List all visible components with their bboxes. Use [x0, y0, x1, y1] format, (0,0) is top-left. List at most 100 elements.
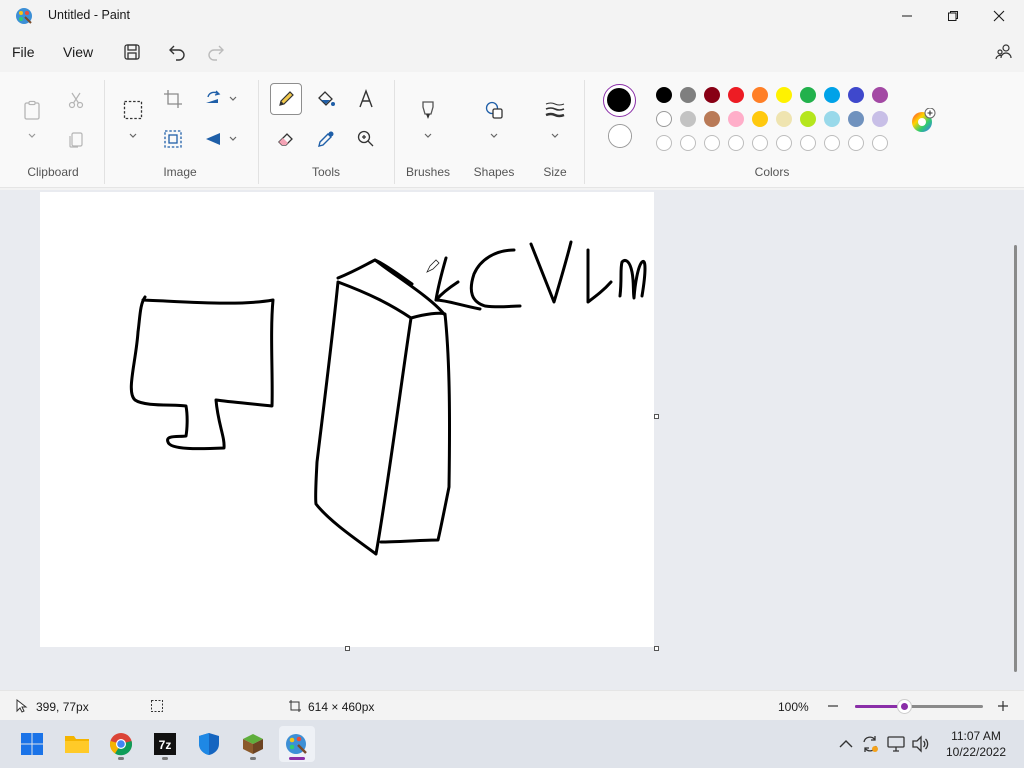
custom-color-slot[interactable] — [656, 135, 672, 151]
resize-handle-bottom[interactable] — [345, 646, 350, 651]
selection-size-icon — [151, 700, 163, 712]
chrome-icon — [109, 733, 133, 756]
palette-color-swatch[interactable] — [776, 87, 792, 103]
redo-button[interactable] — [202, 38, 230, 66]
custom-color-slot[interactable] — [728, 135, 744, 151]
chevron-down-icon[interactable] — [423, 132, 433, 140]
custom-color-slot[interactable] — [800, 135, 816, 151]
system-clock[interactable]: 11:07 AM 10/22/2022 — [936, 728, 1016, 760]
start-button[interactable] — [14, 726, 50, 762]
sync-icon[interactable] — [860, 734, 880, 754]
palette-color-swatch[interactable] — [848, 111, 864, 127]
account-button[interactable] — [990, 38, 1018, 66]
close-icon — [993, 10, 1005, 22]
taskbar-chrome[interactable] — [103, 726, 139, 762]
crop-button[interactable] — [159, 85, 187, 113]
rotate-button[interactable] — [199, 85, 227, 113]
copy-button[interactable] — [62, 125, 90, 153]
taskbar-paint[interactable] — [279, 726, 315, 762]
palette-color-swatch[interactable] — [800, 87, 816, 103]
select-button[interactable] — [119, 96, 147, 124]
volume-icon[interactable] — [910, 734, 930, 754]
taskbar-7zip[interactable]: 7z — [147, 726, 183, 762]
shapes-button[interactable] — [480, 96, 508, 124]
save-button[interactable] — [118, 38, 146, 66]
primary-color-button[interactable] — [603, 84, 636, 117]
network-icon[interactable] — [886, 734, 906, 754]
drawing-canvas[interactable] — [40, 192, 654, 647]
palette-color-swatch[interactable] — [872, 111, 888, 127]
brush-icon — [422, 101, 434, 119]
palette-color-swatch[interactable] — [872, 87, 888, 103]
size-button[interactable] — [541, 96, 569, 124]
custom-color-slot[interactable] — [872, 135, 888, 151]
resize-handle-right[interactable] — [654, 414, 659, 419]
color-picker-button[interactable] — [312, 125, 340, 153]
ribbon: Clipboard Image Tools Brushes Shapes Siz… — [0, 72, 1024, 188]
palette-color-swatch[interactable] — [656, 111, 672, 127]
custom-color-slot[interactable] — [752, 135, 768, 151]
color-wheel-icon — [912, 107, 936, 132]
zoom-slider[interactable] — [855, 700, 983, 713]
brushes-button[interactable] — [414, 96, 442, 124]
fill-tool-button[interactable] — [312, 85, 340, 113]
custom-color-slot[interactable] — [704, 135, 720, 151]
edit-colors-button[interactable] — [910, 107, 936, 134]
palette-color-swatch[interactable] — [848, 87, 864, 103]
paste-button[interactable] — [18, 96, 46, 124]
chevron-down-icon[interactable] — [489, 132, 499, 140]
palette-color-swatch[interactable] — [824, 87, 840, 103]
magnifier-tool-button[interactable] — [352, 125, 380, 153]
zoom-out-icon[interactable] — [827, 700, 839, 712]
palette-color-swatch[interactable] — [728, 87, 744, 103]
palette-color-swatch[interactable] — [752, 111, 768, 127]
select-rectangle-icon — [123, 100, 143, 120]
zoom-in-icon[interactable] — [997, 700, 1009, 712]
chevron-down-icon[interactable] — [228, 95, 238, 103]
custom-color-slot[interactable] — [776, 135, 792, 151]
zoom-slider-thumb[interactable] — [897, 700, 911, 713]
chevron-down-icon[interactable] — [550, 132, 560, 140]
chevron-up-icon[interactable] — [836, 734, 856, 754]
taskbar-file-explorer[interactable] — [59, 726, 95, 762]
eraser-tool-button[interactable] — [272, 125, 300, 153]
palette-color-swatch[interactable] — [752, 87, 768, 103]
cut-button[interactable] — [62, 86, 90, 114]
close-button[interactable] — [976, 0, 1022, 32]
pencil-tool-button[interactable] — [270, 83, 302, 115]
palette-color-swatch[interactable] — [680, 111, 696, 127]
secondary-color-button[interactable] — [608, 124, 632, 148]
palette-color-swatch[interactable] — [680, 87, 696, 103]
custom-color-slot[interactable] — [824, 135, 840, 151]
palette-color-swatch[interactable] — [704, 87, 720, 103]
view-menu[interactable]: View — [63, 44, 93, 60]
separator — [104, 80, 105, 184]
palette-color-swatch[interactable] — [728, 111, 744, 127]
resize-handle-corner[interactable] — [654, 646, 659, 651]
chevron-down-icon[interactable] — [228, 135, 238, 143]
palette-color-swatch[interactable] — [800, 111, 816, 127]
palette-color-swatch[interactable] — [824, 111, 840, 127]
brushes-group-label: Brushes — [405, 165, 451, 179]
chevron-down-icon[interactable] — [128, 132, 138, 140]
text-tool-button[interactable] — [352, 85, 380, 113]
taskbar-minecraft[interactable] — [235, 726, 271, 762]
restore-icon — [948, 11, 958, 21]
maximize-button[interactable] — [930, 0, 976, 32]
minimize-button[interactable] — [884, 0, 930, 32]
chevron-down-icon[interactable] — [27, 132, 37, 140]
custom-color-slot[interactable] — [848, 135, 864, 151]
palette-color-swatch[interactable] — [704, 111, 720, 127]
vertical-scrollbar[interactable] — [1014, 245, 1017, 672]
file-menu[interactable]: File — [12, 44, 35, 60]
flip-button[interactable] — [199, 125, 227, 153]
taskbar-security[interactable] — [191, 726, 227, 762]
menu-bar: File View — [0, 34, 1024, 70]
line-width-icon — [545, 102, 565, 118]
palette-color-swatch[interactable] — [656, 87, 672, 103]
custom-color-slot[interactable] — [680, 135, 696, 151]
resize-button[interactable] — [159, 125, 187, 153]
zoom-level[interactable]: 100% — [778, 700, 809, 714]
palette-color-swatch[interactable] — [776, 111, 792, 127]
undo-button[interactable] — [163, 38, 191, 66]
